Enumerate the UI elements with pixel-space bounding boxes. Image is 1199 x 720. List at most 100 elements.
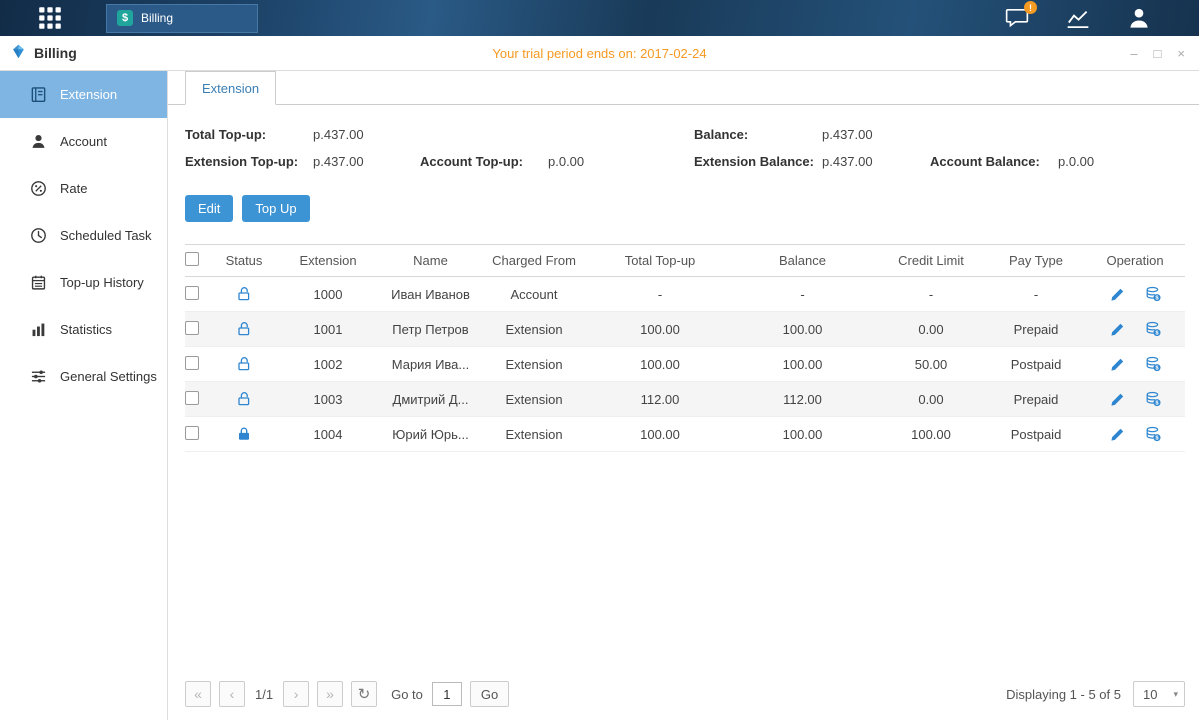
tab-strip: Extension xyxy=(168,71,1199,105)
col-pay-type: Pay Type xyxy=(987,253,1085,268)
apps-grid-icon[interactable] xyxy=(38,6,62,30)
credit-limit-cell: 50.00 xyxy=(875,357,987,372)
summary-value: p.437.00 xyxy=(822,154,873,169)
sidebar-item-topup-history[interactable]: Top-up History xyxy=(0,259,167,306)
goto-label: Go to xyxy=(391,687,423,702)
prev-page-button[interactable]: ‹ xyxy=(219,681,245,707)
table-row: 1004 Юрий Юрь... Extension 100.00 100.00… xyxy=(185,417,1185,452)
charged-from-cell: Extension xyxy=(478,427,590,442)
top-up-icon[interactable] xyxy=(1145,356,1161,372)
pagination-bar: « ‹ 1/1 › » ↻ Go to Go Displaying 1 - 5 … xyxy=(185,673,1185,720)
top-up-icon[interactable] xyxy=(1145,321,1161,337)
topbar: $ Billing ! xyxy=(0,0,1199,36)
summary-extension-balance: Extension Balance: p.437.00 xyxy=(694,154,930,169)
edit-icon[interactable] xyxy=(1110,287,1125,302)
lock-icon[interactable] xyxy=(236,426,252,442)
balance-cell: 100.00 xyxy=(730,357,875,372)
first-page-button[interactable]: « xyxy=(185,681,211,707)
sidebar-item-rate[interactable]: Rate xyxy=(0,165,167,212)
extension-cell: 1001 xyxy=(273,322,383,337)
refresh-icon[interactable]: ↻ xyxy=(351,681,377,707)
user-icon[interactable] xyxy=(1127,6,1151,30)
sidebar: Extension Account Rate Scheduled Task To… xyxy=(0,71,168,720)
name-cell: Петр Петров xyxy=(383,322,478,337)
extension-table: Status Extension Name Charged From Total… xyxy=(185,244,1185,452)
minimize-icon[interactable]: – xyxy=(1130,47,1137,60)
edit-icon[interactable] xyxy=(1110,392,1125,407)
sidebar-item-account[interactable]: Account xyxy=(0,118,167,165)
sidebar-item-label: Rate xyxy=(60,181,87,196)
summary-label: Account Balance: xyxy=(930,154,1058,169)
col-name: Name xyxy=(383,253,478,268)
col-balance: Balance xyxy=(730,253,875,268)
col-total-topup: Total Top-up xyxy=(590,253,730,268)
page-size-select[interactable]: 10 ▾ xyxy=(1133,681,1185,707)
sidebar-item-extension[interactable]: Extension xyxy=(0,71,167,118)
summary-account-balance: Account Balance: p.0.00 xyxy=(930,154,1185,169)
unlock-icon[interactable] xyxy=(236,356,252,372)
unlock-icon[interactable] xyxy=(236,391,252,407)
table-header: Status Extension Name Charged From Total… xyxy=(185,244,1185,277)
topbar-tab-billing[interactable]: $ Billing xyxy=(106,4,258,33)
total-topup-cell: 112.00 xyxy=(590,392,730,407)
chart-icon[interactable] xyxy=(1065,7,1091,30)
balance-cell: 100.00 xyxy=(730,427,875,442)
chat-icon[interactable]: ! xyxy=(1005,7,1029,29)
pay-type-cell: Postpaid xyxy=(987,357,1085,372)
last-page-button[interactable]: » xyxy=(317,681,343,707)
top-up-icon[interactable] xyxy=(1145,286,1161,302)
credit-limit-cell: 0.00 xyxy=(875,392,987,407)
edit-icon[interactable] xyxy=(1110,427,1125,442)
unlock-icon[interactable] xyxy=(236,286,252,302)
pay-type-cell: Prepaid xyxy=(987,322,1085,337)
summary-label: Total Top-up: xyxy=(185,127,313,142)
balance-cell: 100.00 xyxy=(730,322,875,337)
row-checkbox[interactable] xyxy=(185,426,199,440)
next-page-button[interactable]: › xyxy=(283,681,309,707)
charged-from-cell: Extension xyxy=(478,357,590,372)
goto-page-input[interactable] xyxy=(432,682,462,706)
maximize-icon[interactable]: □ xyxy=(1154,47,1162,60)
charged-from-cell: Extension xyxy=(478,392,590,407)
edit-icon[interactable] xyxy=(1110,357,1125,372)
sidebar-item-general-settings[interactable]: General Settings xyxy=(0,353,167,400)
person-icon xyxy=(30,133,47,150)
top-up-button[interactable]: Top Up xyxy=(242,195,309,222)
bar-chart-icon xyxy=(30,321,47,338)
row-checkbox[interactable] xyxy=(185,321,199,335)
name-cell: Юрий Юрь... xyxy=(383,427,478,442)
top-up-icon[interactable] xyxy=(1145,391,1161,407)
row-checkbox[interactable] xyxy=(185,391,199,405)
go-button[interactable]: Go xyxy=(470,681,509,707)
unlock-icon[interactable] xyxy=(236,321,252,337)
sliders-icon xyxy=(30,368,47,385)
credit-limit-cell: 100.00 xyxy=(875,427,987,442)
dollar-icon: $ xyxy=(117,10,133,26)
row-checkbox[interactable] xyxy=(185,356,199,370)
edit-icon[interactable] xyxy=(1110,322,1125,337)
summary-value: p.437.00 xyxy=(313,127,364,142)
table-row: 1001 Петр Петров Extension 100.00 100.00… xyxy=(185,312,1185,347)
tab-extension[interactable]: Extension xyxy=(185,71,276,105)
summary-value: p.0.00 xyxy=(1058,154,1094,169)
total-topup-cell: 100.00 xyxy=(590,322,730,337)
summary-value: p.437.00 xyxy=(822,127,873,142)
table-row: 1003 Дмитрий Д... Extension 112.00 112.0… xyxy=(185,382,1185,417)
select-all-checkbox[interactable] xyxy=(185,252,199,266)
notification-badge: ! xyxy=(1024,1,1037,14)
sidebar-item-statistics[interactable]: Statistics xyxy=(0,306,167,353)
summary-account-topup: Account Top-up: p.0.00 xyxy=(420,154,694,169)
sidebar-item-scheduled-task[interactable]: Scheduled Task xyxy=(0,212,167,259)
name-cell: Мария Ива... xyxy=(383,357,478,372)
credit-limit-cell: 0.00 xyxy=(875,322,987,337)
close-icon[interactable]: × xyxy=(1177,47,1185,60)
credit-limit-cell: - xyxy=(875,287,987,302)
name-cell: Дмитрий Д... xyxy=(383,392,478,407)
row-checkbox[interactable] xyxy=(185,286,199,300)
window-title: Billing xyxy=(34,45,77,61)
top-up-icon[interactable] xyxy=(1145,426,1161,442)
summary-panel: Total Top-up: p.437.00 Balance: p.437.00… xyxy=(185,127,1185,169)
edit-button[interactable]: Edit xyxy=(185,195,233,222)
page-indicator: 1/1 xyxy=(255,687,273,702)
sidebar-item-label: Scheduled Task xyxy=(60,228,152,243)
